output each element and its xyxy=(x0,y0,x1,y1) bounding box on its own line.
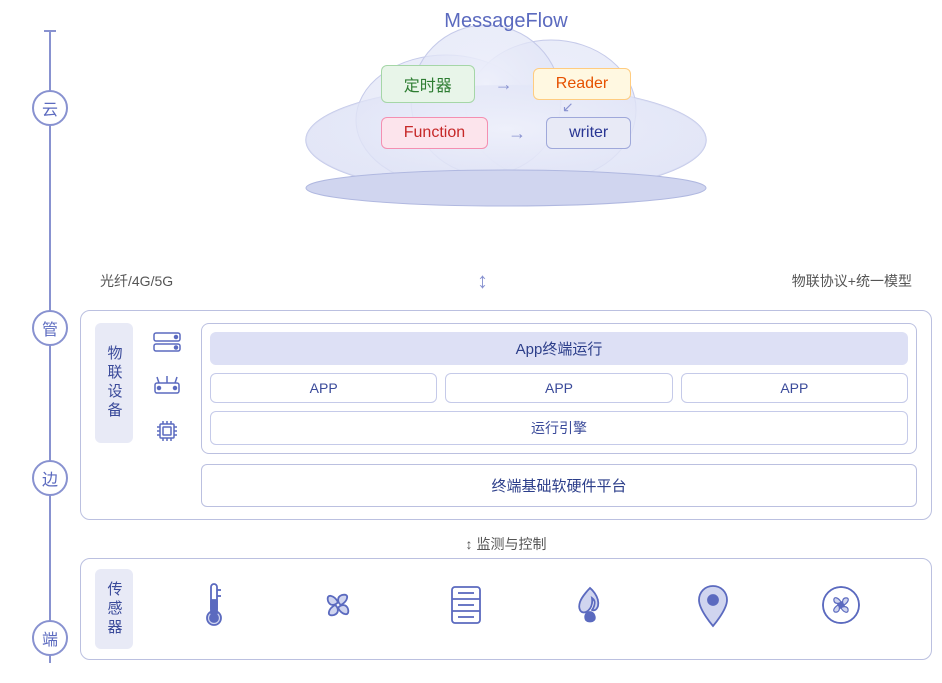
edge-inner: 物联设备 xyxy=(95,323,917,507)
sensor-label: 传感器 xyxy=(95,569,133,649)
thermometer-icon xyxy=(199,580,229,638)
arrow-timer-reader: → xyxy=(495,74,513,95)
arrow-function-writer: → xyxy=(508,123,526,144)
fan-icon xyxy=(316,583,360,635)
iot-label: 物联设备 xyxy=(95,323,133,443)
wind-fan-icon xyxy=(819,583,863,635)
fire-icon xyxy=(572,582,608,636)
middle-bidirectional-arrow: ↕ xyxy=(477,268,488,294)
app-box-3: APP xyxy=(681,373,908,403)
cloud-section: MessageFlow 定时器 → xyxy=(80,10,932,260)
back-arrow: ↗ xyxy=(562,99,574,116)
label-iot-protocol: 物联协议+统一模型 xyxy=(792,271,912,291)
app-box-1: APP xyxy=(210,373,437,403)
cloud-boxes: 定时器 → Reader ↗ Function → writer xyxy=(316,65,696,149)
cloud-row-2: Function → writer xyxy=(381,117,631,149)
app-runtime-area: App终端运行 APP APP APP 运行引擎 终端基础软硬件平台 xyxy=(201,323,917,507)
sidebar-item-bian: 边 xyxy=(32,460,68,496)
box-function: Function xyxy=(381,117,488,149)
router-icon xyxy=(145,373,189,403)
iot-icons xyxy=(145,323,189,451)
sidebar: 云 管 边 端 xyxy=(20,30,80,663)
sidebar-item-guan: 管 xyxy=(32,310,68,346)
app-row: APP APP APP xyxy=(210,373,908,403)
runtime-engine: 运行引擎 xyxy=(210,411,908,445)
label-fiber: 光纤/4G/5G xyxy=(100,271,173,291)
server-icon xyxy=(145,331,189,359)
sidebar-item-yun: 云 xyxy=(32,90,68,126)
cloud-row-1: 定时器 → Reader xyxy=(381,65,632,103)
hardware-platform: 终端基础软硬件平台 xyxy=(201,464,917,507)
edge-section: 物联设备 xyxy=(80,310,932,520)
middle-labels: 光纤/4G/5G ↕ 物联协议+统一模型 xyxy=(80,260,932,302)
cloud-row-2-wrapper: ↗ Function → writer xyxy=(381,117,631,149)
app-box-2: APP xyxy=(445,373,672,403)
box-reader: Reader xyxy=(533,68,631,100)
sidebar-item-duan: 端 xyxy=(32,620,68,656)
flow-meter-icon xyxy=(448,583,484,635)
main-content: MessageFlow 定时器 → xyxy=(80,10,932,673)
sensor-icons xyxy=(145,580,917,638)
app-runtime-header: App终端运行 xyxy=(210,332,908,365)
sensor-inner: 传感器 xyxy=(95,569,917,649)
sensor-section: 传感器 xyxy=(80,558,932,660)
cloud-title: MessageFlow xyxy=(444,10,567,32)
box-timer: 定时器 xyxy=(381,65,475,103)
box-writer: writer xyxy=(546,117,631,149)
gps-icon xyxy=(695,582,731,636)
chip-icon xyxy=(145,417,189,451)
monitoring-label: ↕ 监测与控制 xyxy=(80,530,932,558)
